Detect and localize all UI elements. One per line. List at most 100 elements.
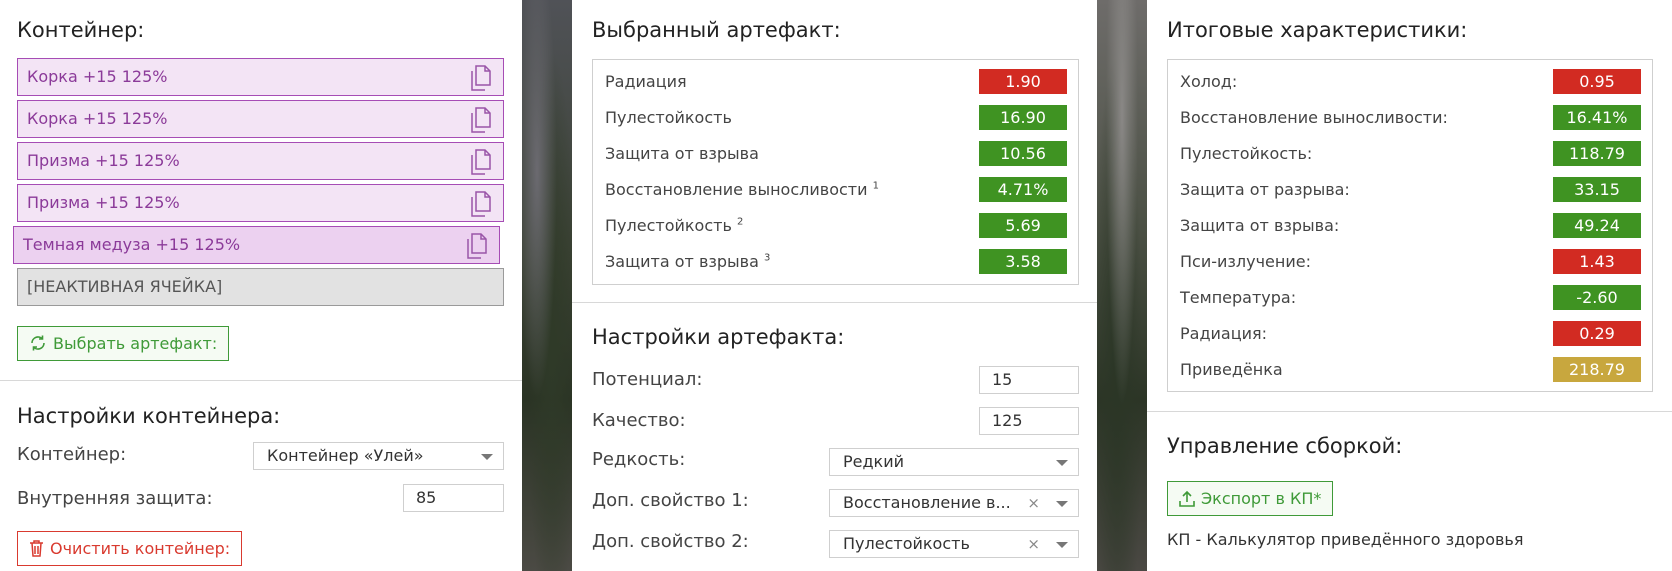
- copy-icon[interactable]: [469, 191, 493, 217]
- total-row: Защита от разрыва: 33.15: [1168, 172, 1652, 206]
- extra-property-2-select[interactable]: Пулестойкость ×: [829, 530, 1079, 558]
- potential-label: Потенциал:: [592, 369, 703, 390]
- container-type-value: Контейнер «Улей»: [267, 446, 424, 465]
- total-value: 49.24: [1553, 213, 1641, 238]
- container-type-label: Контейнер:: [17, 444, 127, 465]
- clear-container-button[interactable]: Очистить контейнер:: [17, 531, 243, 566]
- selected-artifact-title: Выбранный артефакт:: [592, 18, 841, 42]
- total-value: 218.79: [1553, 357, 1641, 382]
- total-name: Пулестойкость:: [1180, 144, 1313, 163]
- stat-value: 16.90: [979, 105, 1067, 130]
- inner-protection-input[interactable]: 85: [403, 484, 504, 512]
- background-gap-right: [1097, 0, 1147, 571]
- quality-input[interactable]: 125: [979, 407, 1079, 435]
- total-row: Пулестойкость: 118.79: [1168, 136, 1652, 170]
- refresh-icon: [31, 335, 45, 351]
- container-type-select[interactable]: Контейнер «Улей»: [253, 442, 504, 470]
- export-button[interactable]: Экспорт в КП*: [1167, 481, 1334, 516]
- total-value: -2.60: [1553, 285, 1641, 310]
- slot-label: Корка +15 125%: [27, 67, 168, 86]
- stat-row: Восстановление выносливости 1 4.71%: [593, 172, 1078, 206]
- extra-property-1-value: Восстановление в...: [843, 493, 1011, 512]
- stat-name: Защита от взрыва 3: [605, 252, 771, 271]
- total-name: Восстановление выносливости:: [1180, 108, 1448, 127]
- total-name: Холод:: [1180, 72, 1238, 91]
- rarity-label: Редкость:: [592, 449, 686, 470]
- stat-value: 10.56: [979, 141, 1067, 166]
- copy-icon[interactable]: [469, 107, 493, 133]
- stat-value: 1.90: [979, 69, 1067, 94]
- stat-name: Пулестойкость: [605, 108, 732, 127]
- stat-name: Радиация: [605, 72, 687, 91]
- extra-property-1-select[interactable]: Восстановление в... ×: [829, 489, 1079, 517]
- container-slot-active[interactable]: Темная медуза +15 125%: [13, 226, 500, 264]
- total-value: 16.41%: [1553, 105, 1641, 130]
- stat-name: Защита от взрыва: [605, 144, 759, 163]
- upload-icon: [1179, 490, 1195, 507]
- potential-input[interactable]: 15: [979, 366, 1079, 394]
- stat-value: 3.58: [979, 249, 1067, 274]
- stat-value: 4.71%: [979, 177, 1067, 202]
- total-row: Радиация: 0.29: [1168, 316, 1652, 350]
- slot-label: Призма +15 125%: [27, 151, 180, 170]
- quality-label: Качество:: [592, 410, 686, 431]
- select-artifact-button[interactable]: Выбрать артефакт:: [17, 326, 230, 361]
- container-slot[interactable]: Корка +15 125%: [17, 58, 504, 96]
- container-settings-title: Настройки контейнера:: [17, 404, 281, 428]
- select-artifact-label: Выбрать артефакт:: [53, 334, 218, 353]
- stat-row: Пулестойкость 16.90: [593, 100, 1078, 134]
- total-row: Температура: -2.60: [1168, 280, 1652, 314]
- total-row: Приведёнка 218.79: [1168, 352, 1652, 386]
- inner-protection-label: Внутренняя защита:: [17, 488, 213, 509]
- container-slot[interactable]: Корка +15 125%: [17, 100, 504, 138]
- stat-name: Пулестойкость 2: [605, 216, 744, 235]
- selected-artifact-stats: Радиация 1.90 Пулестойкость 16.90 Защита…: [592, 59, 1079, 285]
- stat-row: Защита от взрыва 10.56: [593, 136, 1078, 170]
- total-row: Холод: 0.95: [1168, 64, 1652, 98]
- total-name: Температура:: [1180, 288, 1297, 307]
- rarity-select[interactable]: Редкий: [829, 448, 1079, 476]
- build-management-title: Управление сборкой:: [1167, 434, 1403, 458]
- total-value: 118.79: [1553, 141, 1641, 166]
- clear-icon[interactable]: ×: [1027, 531, 1040, 557]
- extra-property-2-value: Пулестойкость: [843, 534, 970, 553]
- total-row: Защита от взрыва: 49.24: [1168, 208, 1652, 242]
- total-name: Пси-излучение:: [1180, 252, 1311, 271]
- artifact-panel: Выбранный артефакт: Радиация 1.90 Пулест…: [572, 0, 1097, 571]
- total-row: Пси-излучение: 1.43: [1168, 244, 1652, 278]
- footnote: КП - Калькулятор приведённого здоровья: [1167, 530, 1524, 549]
- total-value: 33.15: [1553, 177, 1641, 202]
- extra-property-2-label: Доп. свойство 2:: [592, 531, 749, 552]
- total-name: Защита от взрыва:: [1180, 216, 1340, 235]
- container-slot[interactable]: Призма +15 125%: [17, 184, 504, 222]
- totals-stats: Холод: 0.95 Восстановление выносливости:…: [1167, 59, 1653, 392]
- container-slot[interactable]: Призма +15 125%: [17, 142, 504, 180]
- stat-row: Радиация 1.90: [593, 64, 1078, 98]
- copy-icon[interactable]: [469, 65, 493, 91]
- stat-row: Защита от взрыва 3 3.58: [593, 244, 1078, 278]
- totals-panel: Итоговые характеристики: Холод: 0.95 Вос…: [1147, 0, 1672, 571]
- copy-icon[interactable]: [469, 149, 493, 175]
- total-name: Приведёнка: [1180, 360, 1283, 379]
- total-name: Защита от разрыва:: [1180, 180, 1350, 199]
- total-value: 1.43: [1553, 249, 1641, 274]
- totals-title: Итоговые характеристики:: [1167, 18, 1468, 42]
- stat-value: 5.69: [979, 213, 1067, 238]
- trash-icon: [30, 540, 43, 557]
- chevron-down-icon: [1056, 542, 1068, 548]
- clear-icon[interactable]: ×: [1027, 490, 1040, 516]
- container-title: Контейнер:: [17, 18, 145, 42]
- stat-row: Пулестойкость 2 5.69: [593, 208, 1078, 242]
- slot-label: Темная медуза +15 125%: [23, 235, 241, 254]
- background-gap-left: [522, 0, 572, 571]
- chevron-down-icon: [1056, 460, 1068, 466]
- total-name: Радиация:: [1180, 324, 1268, 343]
- slot-label: Корка +15 125%: [27, 109, 168, 128]
- artifact-settings-title: Настройки артефакта:: [592, 325, 845, 349]
- chevron-down-icon: [481, 454, 493, 460]
- slot-label: Призма +15 125%: [27, 193, 180, 212]
- extra-property-1-label: Доп. свойство 1:: [592, 490, 749, 511]
- total-row: Восстановление выносливости: 16.41%: [1168, 100, 1652, 134]
- copy-icon[interactable]: [465, 233, 489, 259]
- inactive-slot: [НЕАКТИВНАЯ ЯЧЕЙКА]: [17, 268, 504, 306]
